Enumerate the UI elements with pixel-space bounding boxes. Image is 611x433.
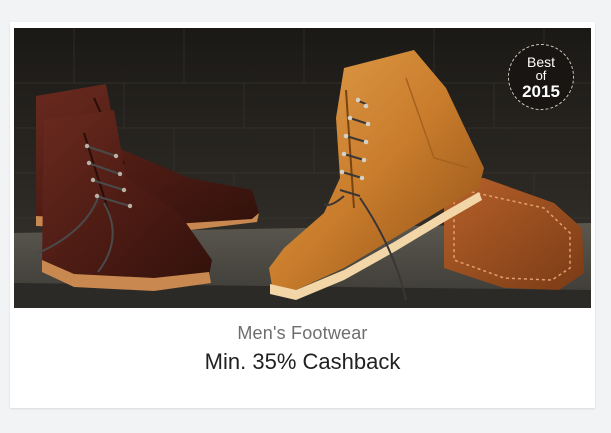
badge-line-1: Best [526, 54, 555, 70]
offer-card[interactable]: Best of 2015 Men's Footwear Min. 35% Cas… [10, 22, 595, 408]
category-title: Men's Footwear [237, 323, 368, 343]
best-of-year-badge: Best of 2015 [508, 44, 574, 110]
badge-line-2: of [535, 68, 547, 83]
product-banner-image[interactable]: Best of 2015 [14, 28, 591, 308]
badge-year: 2015 [522, 82, 560, 101]
boots-photo [14, 28, 591, 308]
offer-text: Min. 35% Cashback [204, 349, 401, 374]
card-caption: Men's Footwear Min. 35% Cashback [10, 322, 595, 376]
